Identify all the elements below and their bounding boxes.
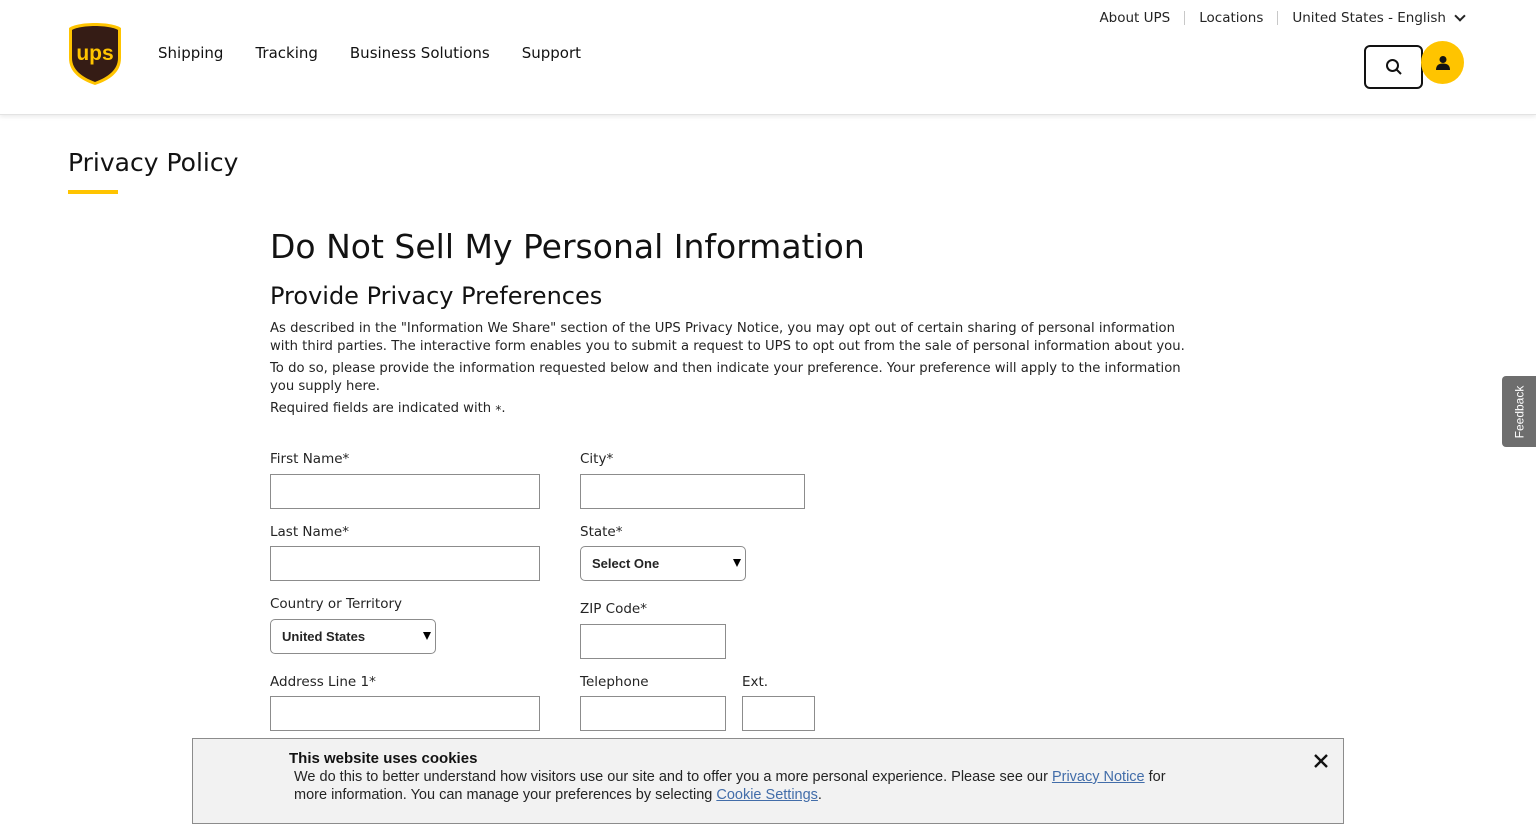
country-select[interactable]: United States <box>270 619 436 654</box>
cookie-text-1: We do this to better understand how visi… <box>294 769 1052 785</box>
last-name-label: Last Name* <box>270 524 349 540</box>
dropdown-arrow-icon <box>733 559 741 567</box>
svg-text:ups: ups <box>76 42 113 65</box>
nav-tracking[interactable]: Tracking <box>255 44 317 62</box>
site-header: ups Shipping Tracking Business Solutions… <box>0 0 1536 115</box>
divider <box>1277 11 1279 25</box>
ext-label: Ext. <box>742 674 769 690</box>
close-cookie-button[interactable] <box>1311 751 1331 771</box>
language-selector[interactable]: United States - English <box>1292 10 1466 26</box>
feedback-label: Feedback <box>1512 385 1527 438</box>
dropdown-arrow-icon <box>423 632 431 640</box>
section-subheading: Provide Privacy Preferences <box>270 282 603 310</box>
intro-paragraph: As described in the "Information We Shar… <box>270 321 1185 354</box>
required-note: Required fields are indicated with *. <box>270 400 1200 419</box>
page-title: Privacy Policy <box>68 148 239 177</box>
instructions-paragraph: To do so, please provide the information… <box>270 361 1181 394</box>
nav-support[interactable]: Support <box>522 44 581 62</box>
country-label: Country or Territory <box>270 596 402 612</box>
title-underline <box>68 190 118 194</box>
address1-label: Address Line 1* <box>270 674 376 690</box>
search-icon <box>1385 59 1402 75</box>
ups-logo[interactable]: ups <box>68 22 122 86</box>
main-nav: Shipping Tracking Business Solutions Sup… <box>158 44 581 62</box>
first-name-label: First Name* <box>270 451 350 467</box>
state-label: State* <box>580 524 623 540</box>
ext-input[interactable] <box>742 696 815 731</box>
cookie-title: This website uses cookies <box>289 750 478 767</box>
language-label: United States - English <box>1292 10 1446 26</box>
state-select[interactable]: Select One <box>580 546 746 581</box>
zip-input[interactable] <box>580 624 726 659</box>
cookie-text-3: . <box>817 787 822 803</box>
cookie-message: We do this to better understand how visi… <box>294 768 1194 804</box>
telephone-label: Telephone <box>580 674 649 690</box>
state-value: Select One <box>592 556 660 571</box>
account-button[interactable] <box>1421 41 1464 84</box>
feedback-tab[interactable]: Feedback <box>1502 376 1536 447</box>
city-input[interactable] <box>580 474 805 509</box>
chevron-down-icon <box>1454 10 1466 22</box>
user-icon <box>1435 55 1450 70</box>
divider <box>1184 11 1186 25</box>
cookie-settings-link[interactable]: Cookie Settings <box>716 787 818 803</box>
utility-nav: About UPS Locations United States - Engl… <box>1099 10 1466 26</box>
privacy-notice-link[interactable]: Privacy Notice <box>1052 769 1145 785</box>
section-heading: Do Not Sell My Personal Information <box>270 227 865 266</box>
address1-input[interactable] <box>270 696 540 731</box>
close-icon <box>1314 754 1328 768</box>
required-note-text: Required fields are indicated with <box>270 401 492 416</box>
locations-link[interactable]: Locations <box>1199 10 1263 26</box>
cookie-banner: This website uses cookies We do this to … <box>192 738 1344 824</box>
telephone-input[interactable] <box>580 696 726 731</box>
city-label: City* <box>580 451 614 467</box>
last-name-input[interactable] <box>270 546 540 581</box>
first-name-input[interactable] <box>270 474 540 509</box>
required-note-end: . <box>501 401 506 416</box>
about-ups-link[interactable]: About UPS <box>1099 10 1170 26</box>
country-value: United States <box>282 629 366 644</box>
main-content: Do Not Sell My Personal Information Prov… <box>270 226 1200 419</box>
search-button[interactable] <box>1364 45 1423 89</box>
nav-shipping[interactable]: Shipping <box>158 44 223 62</box>
zip-label: ZIP Code* <box>580 601 647 617</box>
nav-business-solutions[interactable]: Business Solutions <box>350 44 490 62</box>
